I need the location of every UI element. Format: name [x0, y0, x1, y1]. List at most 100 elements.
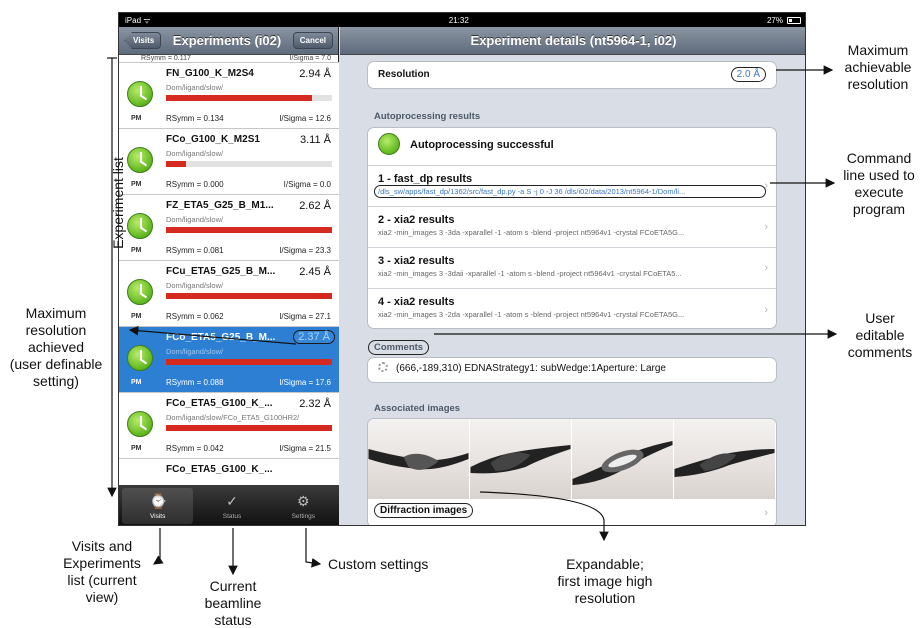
experiment-name: FCo_ETA5_G25_B_M...: [166, 332, 276, 343]
experiment-name: FZ_ETA5_G25_B_M1...: [166, 200, 274, 211]
experiment-rsymm: RSymm = 0.042: [166, 444, 224, 453]
resolution-group: Resolution 2.0 Å: [367, 61, 777, 89]
experiments-panel: Visits Experiments (i02) Cancel RSymm = …: [119, 27, 339, 525]
annotation-line: comments: [847, 344, 913, 360]
experiment-row[interactable]: PM FCo_G100_K_M2S1 3.11 Å Dom/ligand/slow/R…: [119, 129, 339, 195]
experiment-row-partial[interactable]: FCo_ETA5_G100_K_...: [119, 459, 339, 485]
tab-settings[interactable]: ⚙ Settings: [268, 485, 339, 525]
experiment-time-period: PM: [131, 247, 142, 254]
partial-row-top[interactable]: RSymm = 0.117 I/Sigma = 7.0: [119, 55, 339, 63]
result-command: /dls_sw/apps/fast_dp/1362/src/fast_dp.py…: [374, 185, 766, 198]
annotation-custom-settings: Custom settings: [328, 556, 429, 572]
battery-area: 27%: [767, 16, 801, 25]
annotation-line: beamline: [204, 595, 262, 611]
crystal-image-2-graphic: [470, 445, 571, 474]
progress-fill: [166, 293, 332, 299]
experiment-rsymm: RSymm = 0.134: [166, 114, 224, 123]
experiment-path: Dom/ligand/slow/: [166, 149, 224, 158]
annotation-line: Expandable;: [566, 556, 644, 572]
crystal-image-2[interactable]: [470, 419, 572, 499]
annotation-line: Visits and: [71, 538, 133, 554]
visits-back-button[interactable]: Visits: [124, 32, 162, 49]
comment-text: (666,-189,310) EDNAStrategy1: subWedge:1…: [396, 363, 666, 374]
experiment-row[interactable]: PM FCu_ETA5_G25_B_M... 2.45 Å Dom/ligand/sl…: [119, 261, 339, 327]
partial-rsymm: RSymm = 0.117: [141, 55, 191, 62]
experiment-row[interactable]: PM FCo_ETA5_G100_K_... 2.32 Å Dom/ligand/sl…: [119, 393, 339, 459]
experiment-rsymm: RSymm = 0.062: [166, 312, 224, 321]
spinner-icon: [378, 361, 388, 372]
details-navbar: Experiment details (nt5964-1, i02): [340, 27, 805, 55]
crystal-image-3[interactable]: [572, 419, 674, 499]
clock: 21:32: [448, 15, 469, 25]
chevron-right-icon: ›: [764, 221, 768, 233]
result-cell[interactable]: 2 - xia2 results xia2 -min_images 3 -3da …: [368, 207, 776, 248]
autoprocessing-group: Autoprocessing successful 1 - fast_dp re…: [367, 127, 777, 329]
experiment-time-period: PM: [131, 379, 142, 386]
annotation-line: execute: [854, 184, 904, 200]
progress-fill: [166, 227, 332, 233]
experiment-row[interactable]: PM FZ_ETA5_G25_B_M1... 2.62 Å Dom/ligand/sl…: [119, 195, 339, 261]
experiment-rsymm: RSymm = 0.088: [166, 378, 224, 387]
success-indicator-icon: [378, 132, 400, 155]
crystal-image-strip[interactable]: [368, 419, 776, 499]
annotation-line: setting): [33, 373, 79, 389]
experiment-path: Dom/ligand/slow/: [166, 347, 224, 356]
diffraction-images-cell[interactable]: Diffraction images ›: [368, 499, 776, 525]
annotation-line: achieved: [27, 339, 85, 355]
annotation-line: resolution: [574, 590, 636, 606]
annotation-beamline-status: Current beamline status: [190, 578, 276, 628]
experiment-name: FCo_G100_K_M2S1: [166, 134, 260, 145]
result-cell[interactable]: 1 - fast_dp results/dls_sw/apps/fast_dp/…: [368, 166, 776, 207]
resolution-value: 2.0 Å: [730, 67, 766, 82]
experiment-row[interactable]: PM FCo_ETA5_G25_B_M... 2.37 Å Dom/ligand/sl…: [119, 327, 339, 393]
annotation-line: Experiments: [63, 555, 141, 571]
result-command: xia2 -min_images 3 -2da -xparallel -1 -a…: [378, 310, 685, 319]
ipad-screen: iPad ᯤ 21:32 27% Visits Experiments (i02…: [118, 12, 806, 526]
annotation-line: program: [852, 201, 906, 217]
crystal-image-4[interactable]: [674, 419, 776, 499]
experiment-details-panel: Experiment details (nt5964-1, i02) Resol…: [340, 27, 805, 525]
annotation-max-achievable: Maximum achievable resolution: [834, 42, 922, 93]
clock-icon: [127, 345, 153, 371]
experiment-progress-bar: [166, 161, 332, 167]
comments-header: Comments: [368, 340, 430, 355]
experiment-row[interactable]: PM FN_G100_K_M2S4 2.94 Å Dom/ligand/slow/RS…: [119, 63, 339, 129]
battery-percent: 27%: [766, 15, 783, 25]
crystal-image-1-graphic: [368, 449, 469, 470]
clock-icon: [127, 411, 153, 437]
result-title: 4 - xia2 results: [378, 296, 455, 308]
tab-status[interactable]: ✓ Status: [196, 485, 267, 525]
cancel-button[interactable]: Cancel: [292, 32, 333, 49]
clock-icon: [127, 213, 153, 239]
experiment-list[interactable]: RSymm = 0.117 I/Sigma = 7.0 PM FN_G100_K_…: [119, 55, 339, 485]
experiment-name: FCo_ETA5_G100_K_...: [166, 398, 273, 409]
annotation-expandable: Expandable; first image high resolution: [540, 556, 670, 607]
experiment-time-period: PM: [131, 313, 142, 320]
clock-icon: [127, 81, 153, 107]
annotation-line: resolution: [25, 322, 87, 338]
clock-icon: [127, 279, 153, 305]
status-bar: iPad ᯤ 21:32 27%: [119, 13, 805, 27]
experiment-resolution: 2.37 Å: [293, 330, 335, 344]
experiment-time-period: PM: [131, 181, 142, 188]
experiment-progress-bar: [166, 359, 332, 365]
result-cell[interactable]: 4 - xia2 results xia2 -min_images 3 -2da …: [368, 289, 776, 328]
details-title: Experiment details (nt5964-1, i02): [470, 33, 677, 48]
annotation-experiment-list: Experiment list: [109, 157, 126, 249]
experiment-progress-bar: [166, 293, 332, 299]
result-command: xia2 -min_images 3 -3daii -xparallel -1 …: [378, 269, 682, 278]
annotation-line: Maximum: [847, 42, 909, 58]
crystal-image-1[interactable]: [368, 419, 470, 499]
chevron-right-icon: ›: [764, 507, 768, 519]
annotation-line: achievable: [844, 59, 912, 75]
tab-visits[interactable]: ⌚ Visits: [122, 488, 194, 524]
experiment-isigma: I/Sigma = 0.0: [283, 180, 331, 189]
comment-cell[interactable]: (666,-189,310) EDNAStrategy1: subWedge:1…: [368, 358, 776, 382]
result-command: xia2 -min_images 3 -3da -xparallel -1 -a…: [378, 228, 685, 237]
experiment-name: FCo_ETA5_G100_K_...: [166, 464, 273, 475]
result-cell[interactable]: 3 - xia2 results xia2 -min_images 3 -3dai…: [368, 248, 776, 289]
experiment-resolution: 2.94 Å: [299, 68, 331, 80]
chevron-right-icon: ›: [764, 262, 768, 274]
resolution-cell[interactable]: Resolution 2.0 Å: [368, 62, 776, 88]
annotation-line: editable: [855, 327, 905, 343]
